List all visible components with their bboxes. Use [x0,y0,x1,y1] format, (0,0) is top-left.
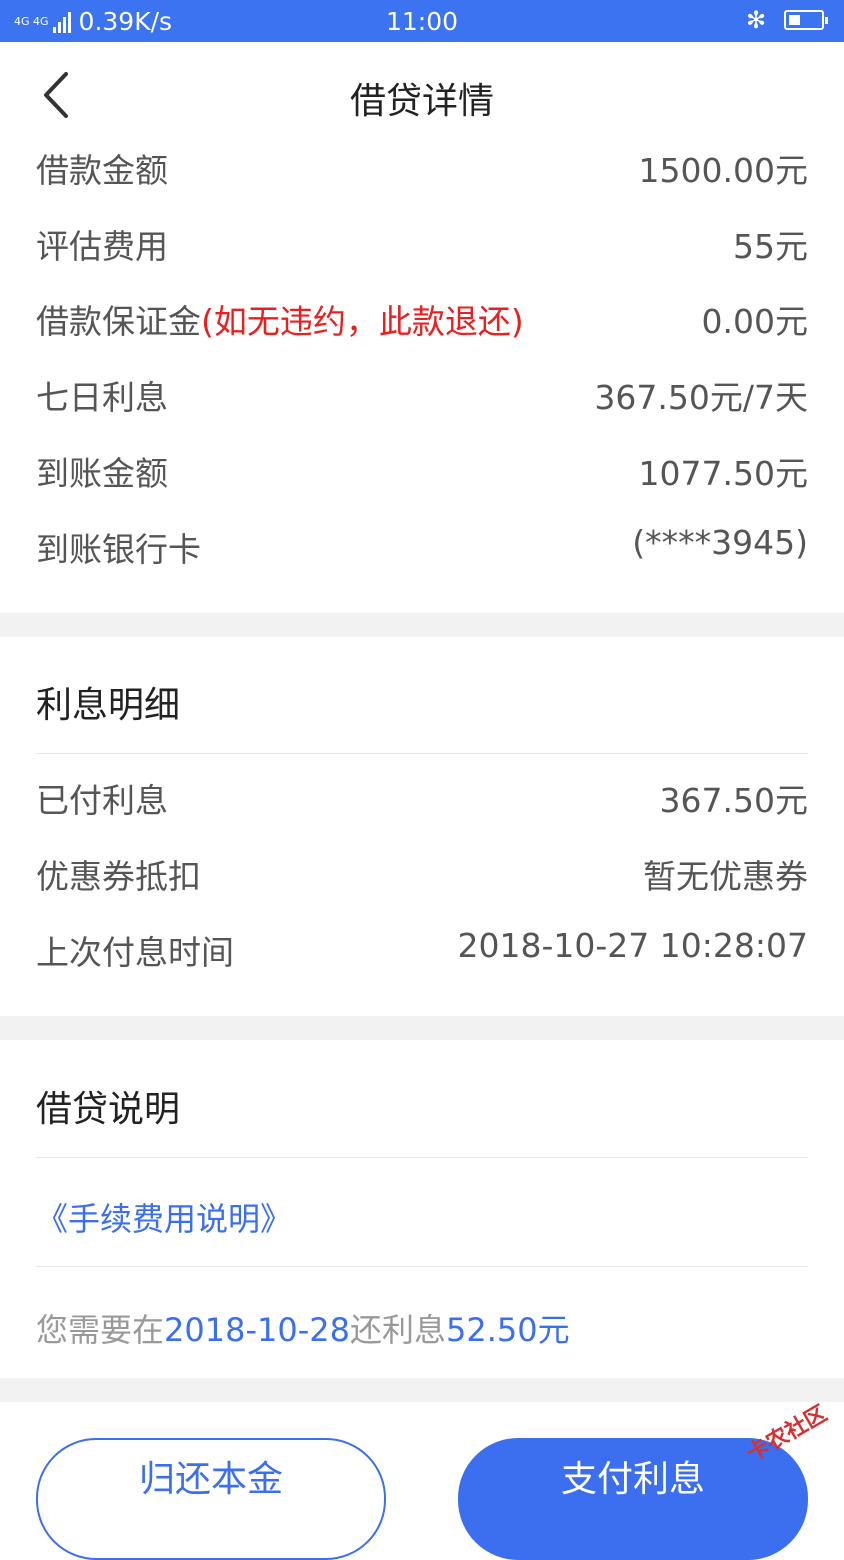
divider [36,1266,808,1267]
repayment-notice: 您需要在2018-10-28还利息52.50元 [36,1305,570,1351]
detail-row-loan-amount: 借款金额 1500.00元 [36,144,808,204]
battery-icon [784,10,828,30]
detail-value: 55元 [733,227,808,266]
interest-value: 2018-10-27 10:28:07 [457,926,808,965]
interest-label: 已付利息 [36,781,168,820]
interest-value: 暂无优惠券 [643,857,808,896]
deposit-refund-note: (如无违约，此款退还) [201,302,524,341]
detail-row-received-amount: 到账金额 1077.50元 [36,447,808,507]
detail-label: 借款金额 [36,151,168,190]
detail-value: 367.50元/7天 [594,378,808,417]
detail-row-deposit: 借款保证金(如无违约，此款退还) 0.00元 [36,295,808,355]
fee-explanation-link[interactable]: 《手续费用说明》 [36,1194,292,1240]
explanation-section-title: 借贷说明 [36,1089,181,1130]
page-title: 借贷详情 [349,81,494,122]
notice-amount: 52.50元 [446,1311,570,1349]
section-gap [0,613,844,637]
notice-middle: 还利息 [349,1311,446,1349]
interest-row-coupon: 优惠券抵扣 暂无优惠券 [36,850,808,910]
divider [36,753,808,754]
detail-label: 借款保证金(如无违约，此款退还) [36,295,524,343]
return-principal-button[interactable]: 归还本金 [36,1438,386,1560]
section-gap [0,1016,844,1040]
nav-header: 借贷详情 [0,42,844,142]
detail-value: (****3945) [632,523,808,562]
interest-row-paid: 已付利息 367.50元 [36,774,808,834]
detail-row-seven-day-interest: 七日利息 367.50元/7天 [36,371,808,431]
interest-label: 优惠券抵扣 [36,857,201,896]
detail-label: 到账银行卡 [36,530,201,569]
interest-section-title: 利息明细 [36,685,181,726]
detail-row-bank-card: 到账银行卡 (****3945) [36,523,808,583]
detail-label: 到账金额 [36,454,168,493]
clock: 11:00 [385,7,459,36]
interest-label: 上次付息时间 [36,933,234,972]
detail-value: 1500.00元 [638,151,808,190]
interest-value: 367.50元 [659,781,808,820]
divider [36,1157,808,1158]
detail-label: 评估费用 [36,227,168,266]
detail-value: 0.00元 [701,302,808,341]
section-gap [0,1378,844,1402]
status-bar: 4G 4G 0.39K/s 11:00 ✻ [0,0,844,42]
detail-value: 1077.50元 [638,454,808,493]
interest-row-last-paid-time: 上次付息时间 2018-10-27 10:28:07 [36,926,808,986]
notice-date: 2018-10-28 [164,1311,350,1349]
detail-label: 七日利息 [36,378,168,417]
notice-prefix: 您需要在 [36,1311,165,1349]
bluetooth-icon: ✻ [746,6,767,34]
detail-row-assessment-fee: 评估费用 55元 [36,220,808,280]
deposit-label: 借款保证金 [36,302,201,341]
